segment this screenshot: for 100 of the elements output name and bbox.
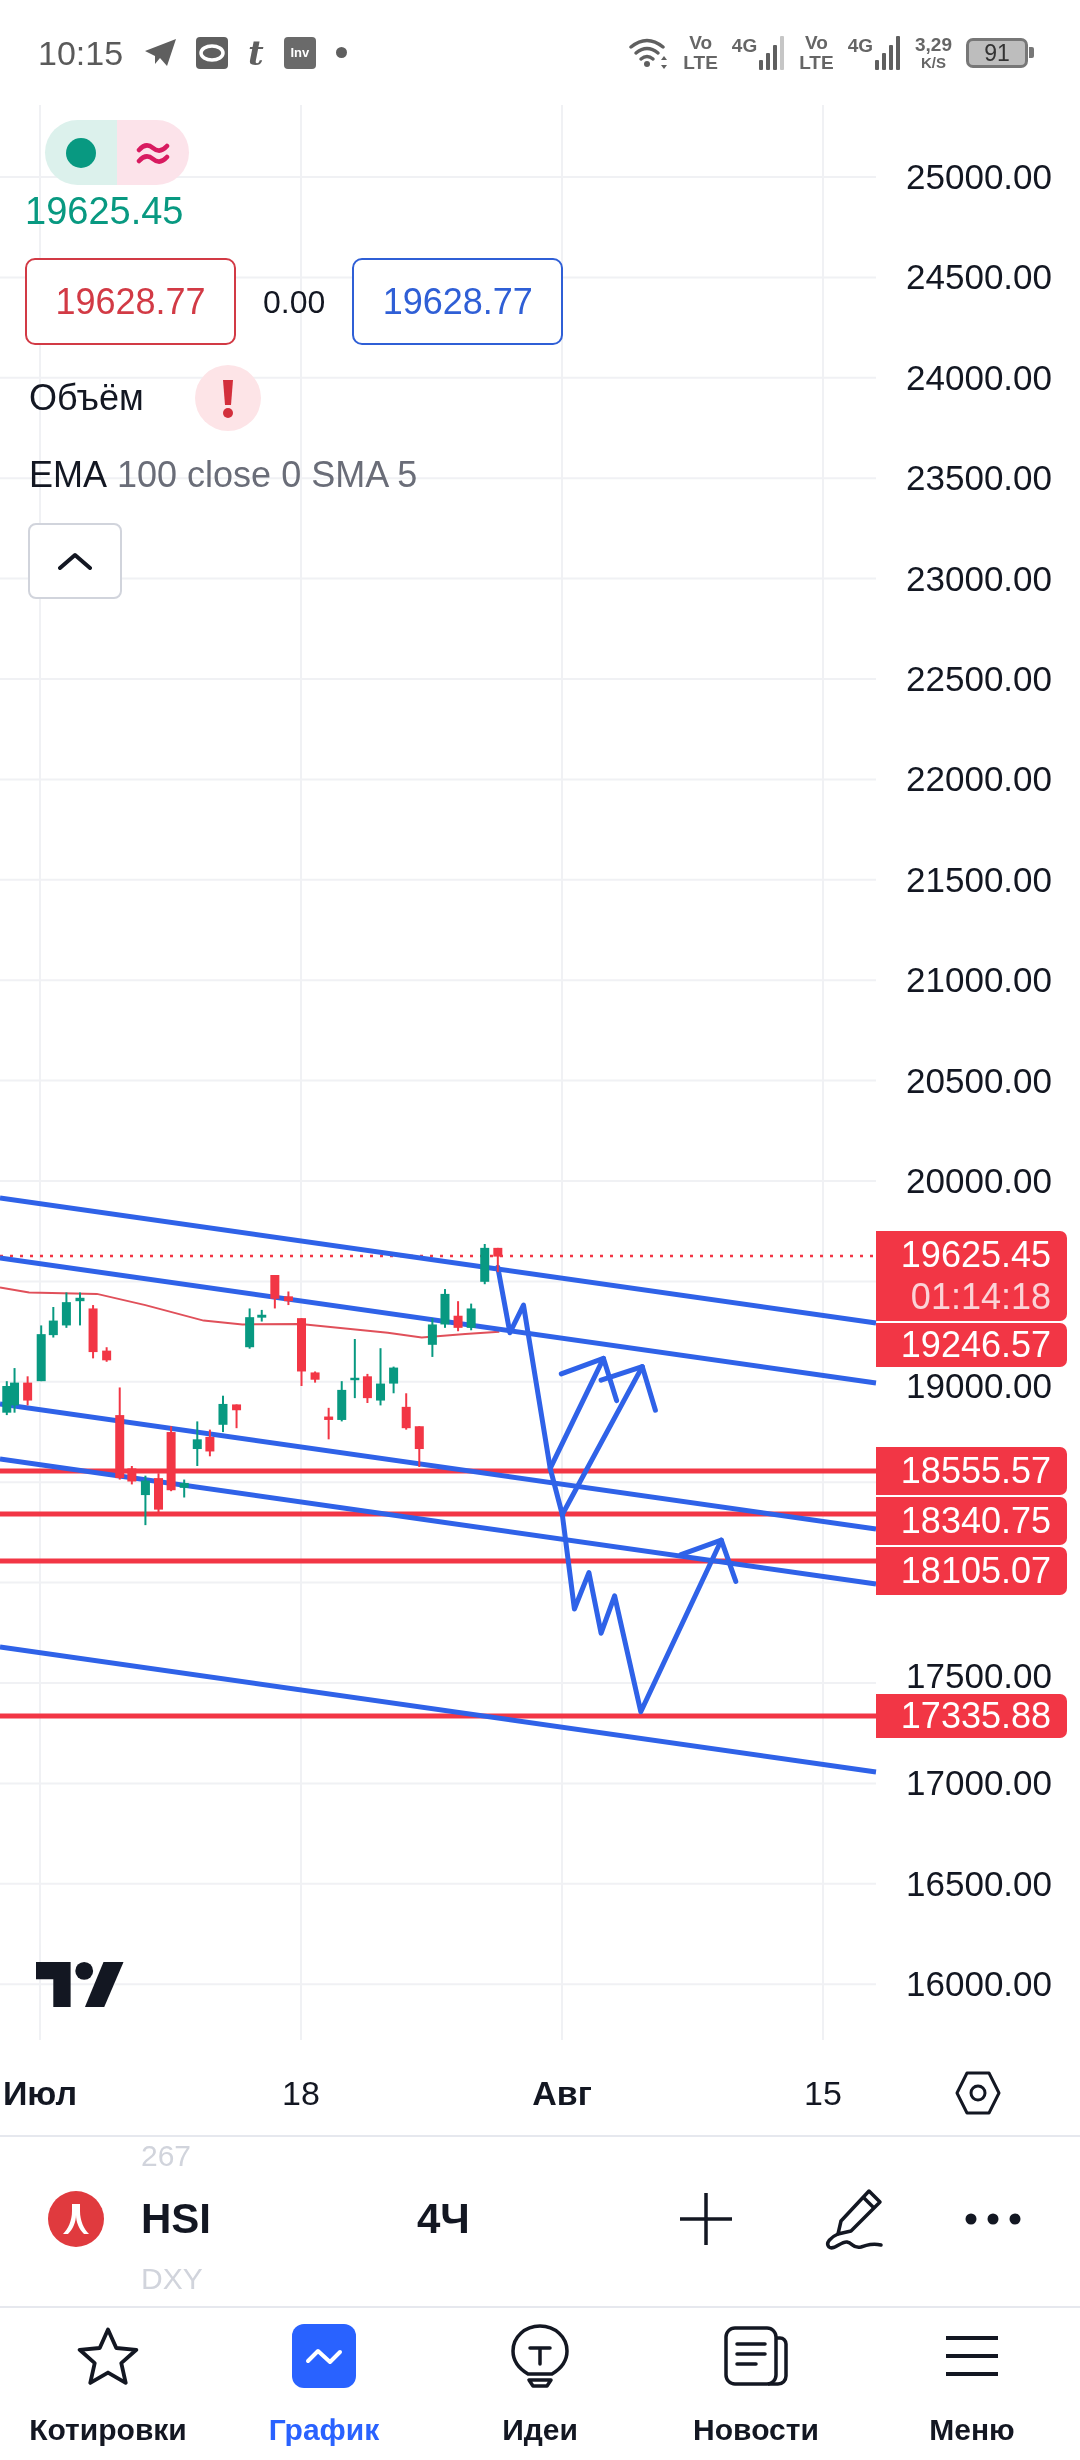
dot-icon — [335, 47, 347, 58]
indicator-name[interactable]: EMA — [29, 453, 107, 497]
volte-label: LTE — [683, 52, 718, 73]
app-letter: t — [248, 34, 264, 71]
candle — [140, 1474, 150, 1527]
nav-tab[interactable]: Новости — [648, 2308, 864, 2460]
tag-price-text: 19625.45 — [900, 1234, 1051, 1276]
nav-tab[interactable]: Идеи — [432, 2308, 648, 2460]
lightbulb-icon — [510, 2324, 570, 2388]
price-tag: 18340.75 — [876, 1497, 1067, 1545]
time-axis-label: 18 — [282, 2073, 320, 2113]
price-axis-label: 16500.00 — [906, 1865, 1052, 1902]
price-axis-label: 19000.00 — [906, 1367, 1052, 1404]
volte-label: LTE — [799, 52, 834, 73]
network-type: 4G — [731, 35, 758, 56]
chart-tile-icon — [292, 2324, 356, 2388]
sell-price-button[interactable]: 19628.77 — [25, 258, 236, 345]
time-axis-label: 15 — [804, 2073, 842, 2113]
signal-bars-icon — [875, 35, 901, 70]
candle — [310, 1370, 320, 1384]
volte-label: Vo — [689, 32, 712, 53]
draw-button[interactable] — [823, 2186, 885, 2251]
candle — [297, 1317, 306, 1387]
price-axis-label: 21000.00 — [906, 962, 1052, 999]
candle — [192, 1420, 202, 1467]
signal-bars-icon — [759, 35, 786, 70]
more-dots-icon — [965, 2212, 1021, 2225]
candle — [2, 1380, 12, 1417]
symbol-logo-icon[interactable] — [48, 2190, 104, 2247]
price-tag: 18105.07 — [876, 1547, 1067, 1595]
candle — [179, 1478, 189, 1499]
add-button[interactable] — [678, 2190, 734, 2247]
price-tag: 17335.88 — [876, 1694, 1067, 1738]
price-axis-label: 21500.00 — [906, 861, 1052, 898]
buy-price-button[interactable]: 19628.77 — [352, 258, 564, 345]
candle — [466, 1302, 476, 1332]
candle — [350, 1338, 360, 1400]
candle — [75, 1291, 85, 1327]
candle — [362, 1372, 372, 1404]
price-axis-label: 23000.00 — [906, 560, 1052, 597]
candle — [88, 1304, 98, 1360]
price-axis-label: 22500.00 — [906, 661, 1052, 697]
candle — [127, 1465, 137, 1486]
candle — [337, 1380, 347, 1423]
price-tag: 18555.57 — [876, 1447, 1067, 1495]
price-axis-label: 20500.00 — [906, 1062, 1052, 1099]
candle — [102, 1346, 112, 1363]
candle — [480, 1243, 490, 1286]
candle — [376, 1347, 385, 1407]
logo-icon — [36, 1961, 125, 2007]
candle — [10, 1367, 20, 1414]
price-tag: 19246.57 — [876, 1323, 1067, 1367]
pen-icon — [823, 2186, 885, 2251]
star-icon — [77, 2326, 139, 2386]
price-axis-label: 20000.00 — [906, 1163, 1052, 1199]
network-type: 4G — [847, 35, 873, 56]
candle — [283, 1290, 293, 1307]
settings-icon[interactable] — [955, 2070, 1001, 2116]
candle — [427, 1317, 437, 1358]
symbol-button[interactable]: HSI — [141, 2194, 211, 2243]
candle — [218, 1394, 228, 1434]
volte-label: Vo — [804, 32, 828, 53]
collapse-button[interactable] — [28, 523, 122, 599]
app-tile: Inv — [283, 36, 316, 69]
indicator-params: 100 close 0 SMA 5 — [117, 453, 418, 497]
battery-tip-icon — [1029, 47, 1034, 58]
speed-unit: K/S — [921, 54, 946, 71]
candle — [414, 1425, 424, 1468]
oval-app-icon — [196, 36, 229, 69]
time-axis-label: Июл — [2, 2073, 78, 2113]
wifi-icon — [629, 36, 670, 69]
price-axis-label: 24500.00 — [906, 259, 1052, 296]
candle — [440, 1288, 450, 1329]
candle — [48, 1306, 58, 1339]
plus-icon — [678, 2190, 734, 2247]
menu-icon — [944, 2334, 1000, 2378]
nav-tab[interactable]: Котировки — [0, 2308, 216, 2460]
volume-label[interactable]: Объём — [29, 376, 144, 420]
clock-time: 10:15 — [38, 32, 124, 73]
nav-tab[interactable]: График — [216, 2308, 432, 2460]
candle — [257, 1308, 267, 1323]
price-axis-label: 22000.00 — [906, 761, 1052, 798]
price-axis-label: 25000.00 — [906, 159, 1052, 195]
more-button[interactable] — [965, 2212, 1021, 2225]
newspaper-icon — [724, 2326, 788, 2386]
chevron-up-icon — [58, 552, 92, 570]
candle — [232, 1403, 242, 1430]
candle — [23, 1375, 33, 1407]
interval-button[interactable]: 4Ч — [417, 2194, 470, 2243]
approx-sign-icon[interactable] — [117, 120, 189, 185]
price-axis-label: 16000.00 — [906, 1966, 1052, 2003]
candle — [245, 1307, 255, 1350]
candle — [154, 1472, 163, 1514]
candle — [389, 1365, 399, 1395]
nav-tab[interactable]: Меню — [864, 2308, 1080, 2460]
battery-indicator: 91 — [966, 37, 1028, 68]
spread-value: 0.00 — [263, 282, 326, 322]
candle — [205, 1428, 215, 1458]
candle — [61, 1291, 71, 1329]
price-axis-label: 17000.00 — [906, 1765, 1052, 1802]
